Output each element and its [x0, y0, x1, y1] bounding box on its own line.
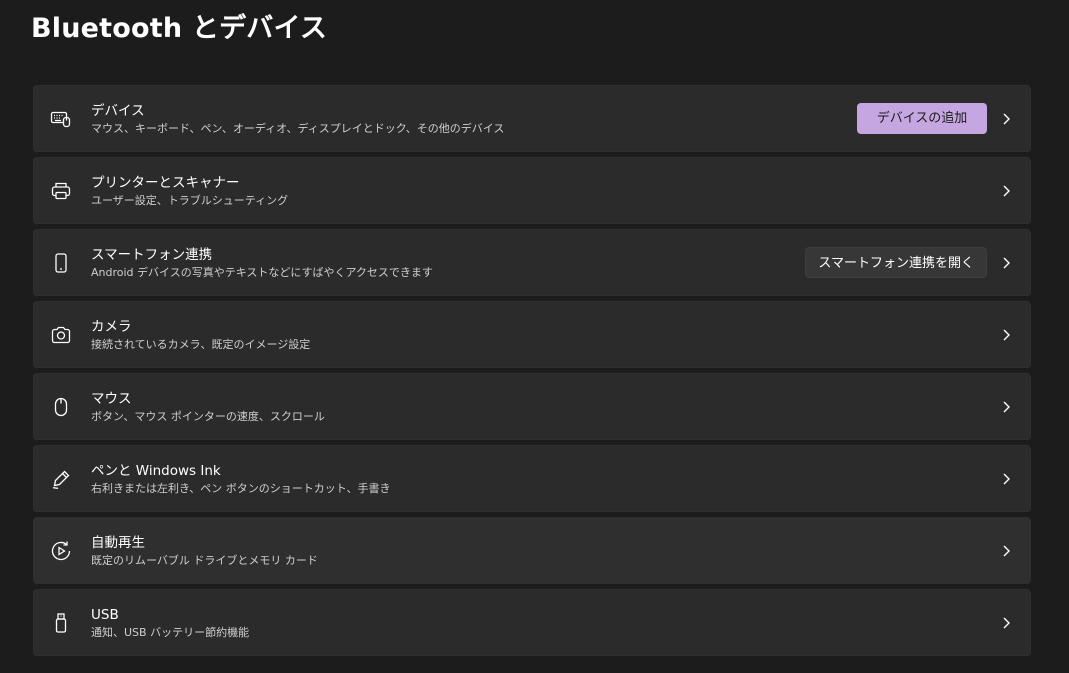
open-phone-link-button[interactable]: スマートフォン連携を開く — [805, 247, 987, 278]
add-device-button[interactable]: デバイスの追加 — [857, 103, 987, 134]
settings-item-pen[interactable]: ペンと Windows Ink 右利きまたは左利き、ペン ボタンのショートカット… — [33, 445, 1031, 512]
chevron-right-icon — [999, 399, 1013, 415]
mouse-icon — [50, 396, 72, 418]
item-description: Android デバイスの写真やテキストなどにすばやくアクセスできます — [91, 266, 433, 279]
page-title: Bluetooth とデバイス — [31, 13, 328, 44]
printer-icon — [50, 180, 72, 202]
chevron-right-icon — [999, 183, 1013, 199]
chevron-right-icon — [999, 471, 1013, 487]
chevron-right-icon — [999, 543, 1013, 559]
settings-item-printers[interactable]: プリンターとスキャナー ユーザー設定、トラブルシューティング — [33, 157, 1031, 224]
item-description: ボタン、マウス ポインターの速度、スクロール — [91, 410, 325, 423]
item-description: 接続されているカメラ、既定のイメージ設定 — [91, 338, 311, 351]
settings-item-camera[interactable]: カメラ 接続されているカメラ、既定のイメージ設定 — [33, 301, 1031, 368]
item-description: 通知、USB バッテリー節約機能 — [91, 626, 250, 639]
item-description: 右利きまたは左利き、ペン ボタンのショートカット、手書き — [91, 482, 391, 495]
item-title: スマートフォン連携 — [91, 247, 213, 263]
item-description: ユーザー設定、トラブルシューティング — [91, 194, 289, 207]
settings-page: Bluetooth とデバイス デバイス マウス、キーボード、ペン、オーディオ、… — [0, 0, 1069, 673]
item-title: ペンと Windows Ink — [91, 463, 221, 479]
settings-item-autoplay[interactable]: 自動再生 既定のリムーバブル ドライブとメモリ カード — [33, 517, 1031, 584]
item-title: USB — [91, 607, 119, 623]
settings-item-phone-link[interactable]: スマートフォン連携 Android デバイスの写真やテキストなどにすばやくアクセ… — [33, 229, 1031, 296]
item-description: 既定のリムーバブル ドライブとメモリ カード — [91, 554, 318, 567]
chevron-right-icon — [999, 615, 1013, 631]
autoplay-icon — [50, 540, 72, 562]
usb-icon — [50, 612, 72, 634]
item-title: プリンターとスキャナー — [91, 175, 240, 191]
phone-icon — [50, 252, 72, 274]
keyboard-mouse-icon — [50, 108, 72, 130]
chevron-right-icon — [999, 111, 1013, 127]
camera-icon — [50, 324, 72, 346]
settings-item-devices[interactable]: デバイス マウス、キーボード、ペン、オーディオ、ディスプレイとドック、その他のデ… — [33, 85, 1031, 152]
chevron-right-icon — [999, 327, 1013, 343]
settings-item-usb[interactable]: USB 通知、USB バッテリー節約機能 — [33, 589, 1031, 656]
item-title: カメラ — [91, 319, 132, 335]
settings-item-mouse[interactable]: マウス ボタン、マウス ポインターの速度、スクロール — [33, 373, 1031, 440]
item-description: マウス、キーボード、ペン、オーディオ、ディスプレイとドック、その他のデバイス — [91, 122, 505, 135]
chevron-right-icon — [999, 255, 1013, 271]
item-title: マウス — [91, 391, 132, 407]
pen-icon — [50, 468, 72, 490]
item-title: デバイス — [91, 103, 145, 119]
settings-list: デバイス マウス、キーボード、ペン、オーディオ、ディスプレイとドック、その他のデ… — [33, 85, 1031, 661]
item-title: 自動再生 — [91, 535, 145, 551]
